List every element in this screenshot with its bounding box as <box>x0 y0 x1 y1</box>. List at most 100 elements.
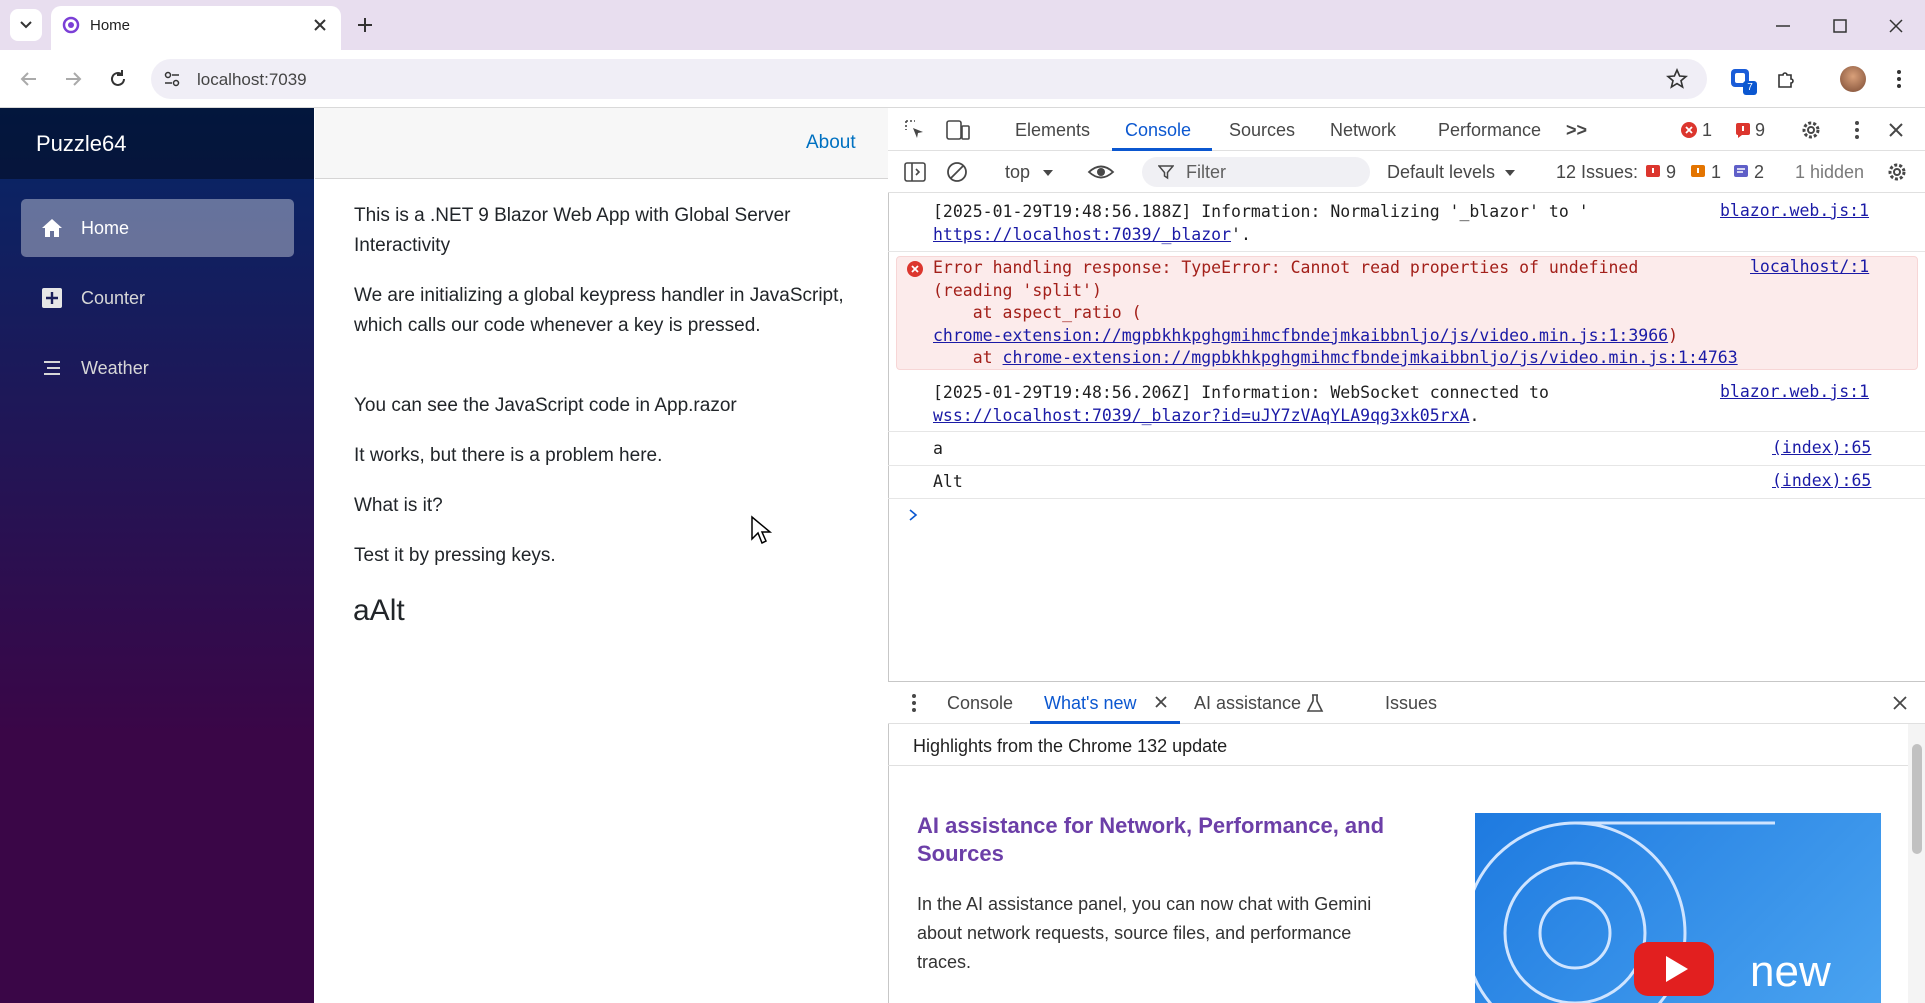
drawer-tab-console[interactable]: Console <box>947 693 1013 714</box>
site-info-icon[interactable] <box>162 69 182 89</box>
issues-warning-count: 1 <box>1711 162 1722 182</box>
error-paren: ) <box>1668 325 1679 345</box>
more-tabs-chevron-icon[interactable]: >> <box>1566 120 1587 141</box>
device-toolbar-icon[interactable] <box>945 118 971 142</box>
nav-label-counter: Counter <box>81 288 146 308</box>
drawer-scrollbar[interactable] <box>1908 724 1925 1003</box>
close-window-icon[interactable] <box>1886 16 1906 36</box>
source-link-index-1[interactable]: (index):65 <box>1772 438 1871 457</box>
tab-elements[interactable]: Elements <box>1015 120 1090 141</box>
error-line-1: Error handling response: TypeError: Cann… <box>933 258 1639 277</box>
console-log-alt: Alt <box>933 472 963 491</box>
inspect-element-icon[interactable] <box>903 118 927 142</box>
console-prompt-chevron-icon[interactable] <box>906 507 920 523</box>
mouse-cursor-icon <box>751 515 773 545</box>
levels-dropdown-icon <box>1505 170 1515 176</box>
maximize-icon[interactable] <box>1830 16 1850 36</box>
source-link-blazor-1[interactable]: blazor.web.js:1 <box>1720 201 1869 220</box>
app-brand[interactable]: Puzzle64 <box>36 131 127 157</box>
drawer-tab-issues[interactable]: Issues <box>1385 693 1437 714</box>
error-stack-link-1[interactable]: chrome-extension://mgpbkhkpghgmihmcfbnde… <box>933 326 1668 345</box>
instruction-paragraph: Test it by pressing keys. <box>354 545 556 566</box>
chrome-menu-icon[interactable] <box>1888 68 1910 90</box>
intro-paragraph: This is a .NET 9 Blazor Web App with Glo… <box>354 205 791 256</box>
extension-badge: 7 <box>1743 81 1757 95</box>
issues-warning-flag-icon <box>1691 165 1705 177</box>
source-link-blazor-2[interactable]: blazor.web.js:1 <box>1720 382 1869 401</box>
drawer-tab-whats-new[interactable]: What's new <box>1044 693 1136 714</box>
about-link[interactable]: About <box>806 132 856 154</box>
chevron-down-icon <box>20 21 32 29</box>
tab-console[interactable]: Console <box>1125 120 1191 141</box>
issues-info-flag-icon <box>1734 165 1748 177</box>
tab-search-button[interactable] <box>10 9 42 41</box>
message-divider <box>888 465 1925 466</box>
close-drawer-icon[interactable] <box>1891 694 1909 712</box>
scrollbar-thumb[interactable] <box>1912 744 1922 854</box>
log-levels-dropdown[interactable]: Default levels <box>1387 162 1495 183</box>
highlights-title: Highlights from the Chrome 132 update <box>913 736 1228 756</box>
context-selector[interactable]: top <box>1005 162 1030 183</box>
live-expression-eye-icon[interactable] <box>1087 161 1115 183</box>
console-message-websocket: [2025-01-29T19:48:56.206Z] Information: … <box>933 382 1549 427</box>
whats-new-headline[interactable]: AI assistance for Network, Performance, … <box>917 812 1437 868</box>
list-icon <box>44 361 60 375</box>
blazor-url-link[interactable]: https://localhost:7039/_blazor <box>933 225 1231 244</box>
error-text-block: Error handling response: TypeError: Cann… <box>933 257 1738 370</box>
minimize-icon[interactable] <box>1773 16 1793 36</box>
error-stack-link-2[interactable]: chrome-extension://mgpbkhkpghgmihmcfbnde… <box>1003 348 1738 367</box>
console-settings-gear-icon[interactable] <box>1886 161 1908 183</box>
error-line-3: at aspect_ratio ( <box>933 303 1142 322</box>
devtools-menu-icon[interactable] <box>1846 119 1868 141</box>
hidden-count: 1 hidden <box>1795 162 1865 182</box>
error-x-icon <box>907 261 923 277</box>
filter-funnel-icon <box>1158 165 1174 180</box>
message-divider <box>888 498 1925 499</box>
nav-label-weather: Weather <box>81 358 149 378</box>
whats-new-video-thumbnail[interactable]: new <box>1475 813 1881 1003</box>
address-bar[interactable] <box>151 59 1707 99</box>
forward-arrow-icon[interactable] <box>62 68 84 90</box>
error-line-5-prefix: at <box>933 348 1003 367</box>
issues-error-count: 9 <box>1666 162 1677 182</box>
thumbnail-text: new <box>1750 947 1831 996</box>
sidebar-toggle-icon[interactable] <box>903 161 927 183</box>
issues-label[interactable]: 12 Issues: <box>1556 162 1638 183</box>
drawer-menu-icon[interactable] <box>904 693 924 713</box>
error-count[interactable]: 1 <box>1702 120 1712 141</box>
reload-icon[interactable] <box>107 68 129 90</box>
websocket-url-link[interactable]: wss://localhost:7039/_blazor?id=uJY7zVAq… <box>933 406 1469 425</box>
message-text: [2025-01-29T19:48:56.188Z] Information: … <box>933 202 1589 221</box>
close-tab-icon[interactable] <box>311 16 329 34</box>
question-paragraph: What is it? <box>354 495 443 516</box>
new-tab-icon[interactable] <box>355 15 375 35</box>
close-whats-new-icon[interactable] <box>1153 694 1169 710</box>
youtube-play-icon <box>1634 942 1714 996</box>
puzzle-extensions-icon[interactable] <box>1775 68 1797 90</box>
experiment-flask-icon <box>1306 694 1324 712</box>
console-message-normalizing: [2025-01-29T19:48:56.188Z] Information: … <box>933 201 1589 246</box>
extension-icon-button[interactable]: 7 <box>1729 67 1757 95</box>
bookmark-star-icon[interactable] <box>1666 68 1688 90</box>
drawer-tab-ai-assistance[interactable]: AI assistance <box>1194 693 1301 714</box>
tab-sources[interactable]: Sources <box>1229 120 1295 141</box>
devtools-close-icon[interactable] <box>1886 120 1906 140</box>
back-arrow-icon[interactable] <box>18 68 40 90</box>
filter-input[interactable] <box>1142 157 1370 187</box>
source-link-localhost[interactable]: localhost/:1 <box>1750 257 1869 276</box>
issue-count[interactable]: 9 <box>1755 120 1765 141</box>
source-link-index-2[interactable]: (index):65 <box>1772 471 1871 490</box>
error-circle-icon <box>1681 122 1697 138</box>
devtools-settings-gear-icon[interactable] <box>1800 119 1822 141</box>
message-divider <box>888 251 1925 252</box>
issue-flag-icon <box>1736 123 1750 138</box>
filter-placeholder: Filter <box>1186 162 1226 182</box>
tab-network[interactable]: Network <box>1330 120 1396 141</box>
clear-console-icon[interactable] <box>945 160 969 184</box>
problem-paragraph: It works, but there is a problem here. <box>354 445 663 466</box>
tab-performance[interactable]: Performance <box>1438 120 1541 141</box>
url-text: localhost:7039 <box>197 70 307 89</box>
app-top-row <box>315 108 888 179</box>
plus-square-icon <box>42 288 62 308</box>
profile-avatar[interactable] <box>1840 66 1866 92</box>
